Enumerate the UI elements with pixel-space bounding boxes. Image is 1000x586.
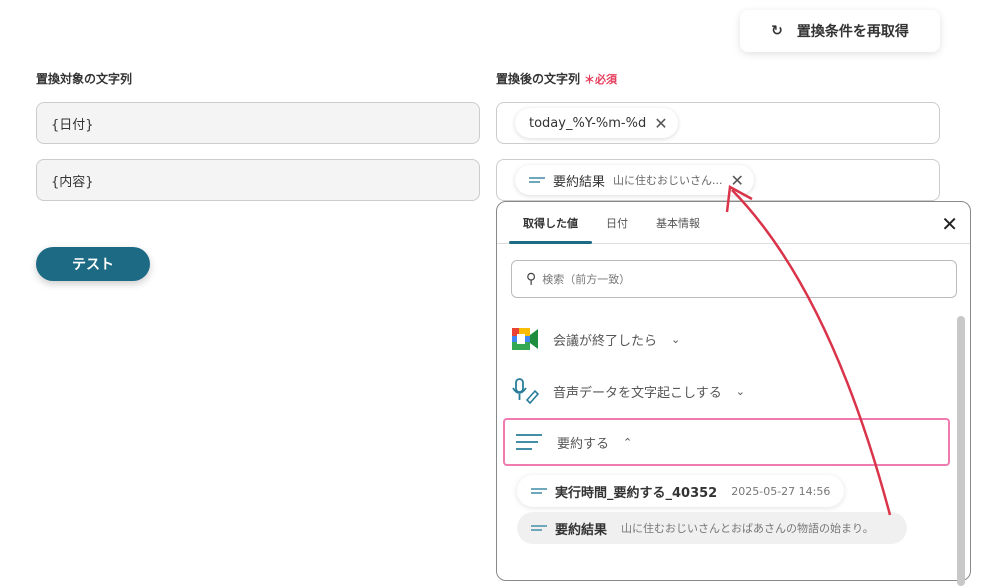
microphone-pen-icon [512, 378, 539, 404]
replacement-string-label: 置換後の文字列 ＊必須 [496, 72, 618, 86]
value-chip-date[interactable]: today_%Y-%m-%d ✕ [515, 108, 678, 138]
remove-chip-icon[interactable]: ✕ [731, 171, 744, 190]
chevron-up-icon: ⌃ [623, 435, 633, 449]
text-lines-icon [531, 486, 547, 496]
text-lines-icon [531, 523, 547, 533]
tab-fetched-values[interactable]: 取得した値 [509, 202, 592, 244]
text-lines-icon [529, 175, 545, 185]
target-string-label: 置換対象の文字列 [36, 72, 133, 86]
google-meet-icon [512, 328, 538, 350]
search-input[interactable]: ⚲ 検索（前方一致） [511, 260, 957, 298]
group-meeting-ended[interactable]: 会議が終了したら ⌄ [511, 326, 680, 352]
scrollbar[interactable] [957, 316, 965, 586]
value-item-execution-time[interactable]: 実行時間_要約する_40352 2025-05-27 14:56 [517, 475, 845, 507]
chevron-down-icon: ⌄ [671, 332, 681, 346]
tab-date[interactable]: 日付 [592, 202, 642, 243]
close-icon[interactable]: ✕ [941, 212, 958, 236]
test-button[interactable]: テスト [36, 247, 150, 281]
chevron-down-icon: ⌄ [735, 384, 745, 398]
required-badge: ＊必須 [584, 73, 618, 86]
value-picker-panel: 取得した値 日付 基本情報 ✕ ⚲ 検索（前方一致） 会議が終了したら ⌄ 音声デー… [496, 201, 971, 586]
replacement-field-2[interactable]: 要約結果 山に住むおじいさん... ✕ [496, 159, 940, 201]
replacement-field-1[interactable]: today_%Y-%m-%d ✕ [496, 102, 940, 144]
value-item-summary-result[interactable]: 要約結果 山に住むおじいさんとおばあさんの物語の始まり。 [517, 512, 907, 544]
refetch-conditions-button[interactable]: ↻ 置換条件を再取得 [740, 10, 940, 52]
remove-chip-icon[interactable]: ✕ [654, 114, 667, 133]
tab-basic-info[interactable]: 基本情報 [642, 202, 714, 243]
group-transcribe[interactable]: 音声データを文字起こしする ⌄ [511, 378, 745, 404]
target-field-2[interactable]: {内容} [36, 159, 480, 201]
value-chip-summary[interactable]: 要約結果 山に住むおじいさん... ✕ [515, 165, 754, 195]
search-icon: ⚲ [526, 271, 537, 287]
refresh-icon: ↻ [771, 23, 783, 39]
target-field-1[interactable]: {日付} [36, 102, 480, 144]
text-lines-icon [516, 434, 542, 450]
group-summarize[interactable]: 要約する ⌃ [503, 418, 950, 466]
